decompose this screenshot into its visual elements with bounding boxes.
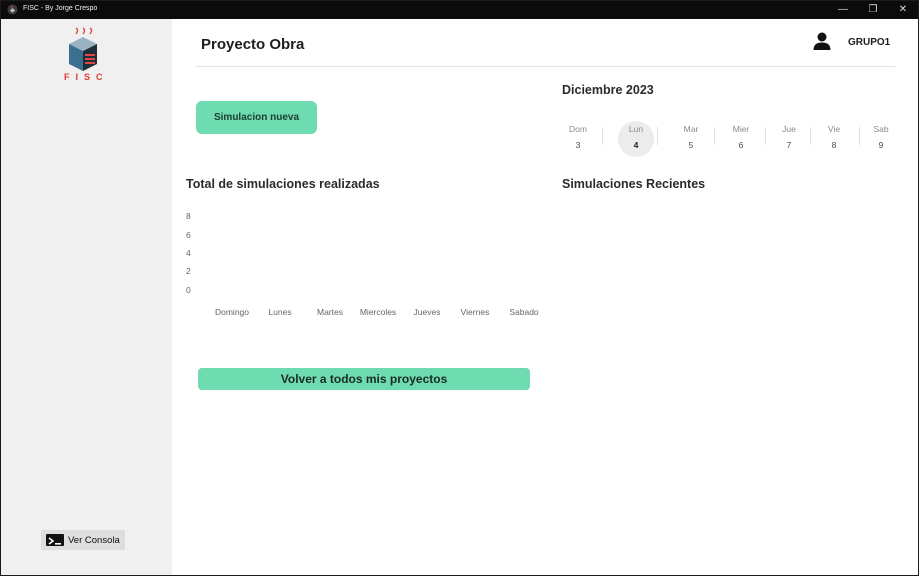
calendar-day-date: 6 bbox=[738, 140, 744, 150]
calendar-separator bbox=[714, 127, 715, 145]
x-tick-label: Lunes bbox=[268, 307, 292, 317]
calendar-separator bbox=[657, 127, 658, 145]
calendar-day[interactable]: Jue 7 bbox=[771, 121, 807, 157]
calendar-day[interactable]: Mier 6 bbox=[723, 121, 759, 157]
recent-simulations-title: Simulaciones Recientes bbox=[562, 177, 706, 191]
calendar-day-date: 9 bbox=[878, 140, 884, 150]
calendar-title: Diciembre 2023 bbox=[562, 83, 654, 97]
calendar-day[interactable]: Lun 4 bbox=[618, 121, 654, 157]
back-to-projects-button[interactable]: Volver a todos mis proyectos bbox=[198, 368, 530, 390]
recent-simulations-list bbox=[562, 197, 892, 367]
app-icon bbox=[7, 4, 18, 15]
calendar-day-name: Dom bbox=[569, 124, 587, 134]
calendar-day-name: Vie bbox=[827, 124, 841, 134]
calendar-day[interactable]: Mar 5 bbox=[673, 121, 709, 157]
window-title: FISC - By Jorge Crespo bbox=[23, 5, 98, 12]
sidebar: FISC Ver Consola bbox=[1, 19, 172, 575]
logo-text: FISC bbox=[64, 72, 109, 82]
calendar-day-date: 3 bbox=[575, 140, 581, 150]
calendar-day[interactable]: Sab 9 bbox=[863, 121, 899, 157]
x-tick-label: Viernes bbox=[460, 307, 490, 317]
user-name: GRUPO1 bbox=[848, 37, 891, 48]
page-title: Proyecto Obra bbox=[201, 36, 305, 53]
calendar-separator bbox=[765, 127, 766, 145]
terminal-icon bbox=[46, 534, 64, 546]
user-icon[interactable] bbox=[812, 31, 832, 51]
calendar-day-date: 8 bbox=[831, 140, 837, 150]
y-tick-label: 8 bbox=[186, 211, 191, 221]
calendar-separator bbox=[859, 127, 860, 145]
y-tick-label: 6 bbox=[186, 230, 191, 240]
calendar-separator bbox=[810, 127, 811, 145]
calendar-day-date: 7 bbox=[786, 140, 792, 150]
new-simulation-button[interactable]: Simulacion nueva bbox=[196, 101, 317, 134]
x-tick-label: Sabado bbox=[509, 307, 539, 317]
close-button[interactable]: ✕ bbox=[889, 1, 917, 19]
y-tick-label: 0 bbox=[186, 285, 191, 295]
x-tick-label: Domingo bbox=[214, 307, 250, 317]
app-window: FISC - By Jorge Crespo — ❐ ✕ FISC Ver Co… bbox=[0, 0, 919, 576]
calendar-day-name: Mar bbox=[683, 124, 699, 134]
calendar-day-name: Lun bbox=[628, 124, 644, 134]
x-tick-label: Martes bbox=[317, 307, 343, 317]
restore-button[interactable]: ❐ bbox=[859, 1, 887, 19]
calendar-separator bbox=[602, 127, 603, 145]
calendar-day-name: Mier bbox=[732, 124, 750, 134]
title-bar: FISC - By Jorge Crespo — ❐ ✕ bbox=[1, 1, 918, 19]
header-divider bbox=[195, 66, 895, 67]
y-tick-label: 4 bbox=[186, 248, 191, 258]
ver-consola-label: Ver Consola bbox=[68, 535, 120, 546]
calendar-day-name: Jue bbox=[782, 124, 796, 134]
calendar-day-date: 5 bbox=[688, 140, 694, 150]
calendar-day[interactable]: Vie 8 bbox=[816, 121, 852, 157]
calendar-day-date: 4 bbox=[633, 140, 639, 150]
minimize-button[interactable]: — bbox=[829, 1, 857, 19]
x-tick-label: Jueves bbox=[413, 307, 441, 317]
calendar-day[interactable]: Dom 3 bbox=[560, 121, 596, 157]
x-tick-label: Miercoles bbox=[359, 307, 397, 317]
ver-consola-button[interactable]: Ver Consola bbox=[41, 530, 125, 550]
y-tick-label: 2 bbox=[186, 266, 191, 276]
chart-title: Total de simulaciones realizadas bbox=[186, 177, 380, 191]
calendar-day-name: Sab bbox=[873, 124, 889, 134]
